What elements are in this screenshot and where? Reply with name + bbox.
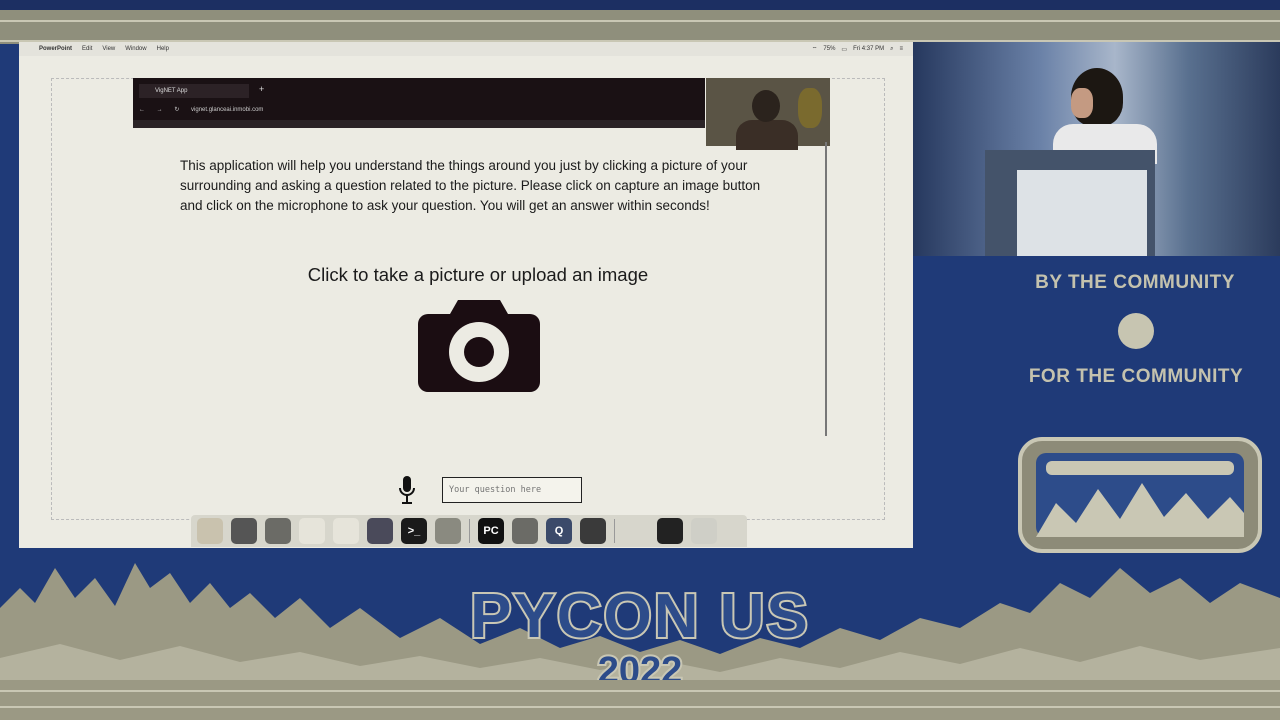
pycharm-icon[interactable]: PC — [478, 518, 504, 544]
presenter-body — [736, 120, 798, 150]
menubar-status: ⌔ 75% ▭ Fri 4:37 PM ⌕ ≡ — [812, 42, 903, 56]
microphone-icon[interactable] — [398, 476, 416, 506]
quicktime-icon[interactable]: Q — [546, 518, 572, 544]
safari-icon[interactable] — [231, 518, 257, 544]
notes-icon[interactable] — [299, 518, 325, 544]
screen-icon[interactable] — [657, 518, 683, 544]
search-icon[interactable]: ⌕ — [890, 46, 893, 53]
speaker-camera-feed — [913, 42, 1280, 256]
browser-tab-title: VigNET App — [155, 88, 188, 94]
chrome-icon[interactable] — [265, 518, 291, 544]
dock-separator — [469, 519, 470, 543]
battery-icon[interactable]: ▭ — [841, 46, 847, 53]
finder-icon[interactable] — [197, 518, 223, 544]
bottom-banner-line — [0, 706, 1280, 708]
menu-window[interactable]: Window — [125, 46, 146, 52]
menu-app-name[interactable]: PowerPoint — [39, 46, 72, 52]
podium-monitor — [1017, 170, 1147, 256]
speaker-face — [1071, 88, 1093, 118]
folder-icon[interactable] — [623, 518, 649, 544]
bottom-banner-line — [0, 690, 1280, 692]
address-bar[interactable]: ← → ↻ vignet.glanceai.inmobi.com — [139, 102, 699, 118]
page-header-strip — [133, 120, 705, 128]
dock-separator — [614, 519, 615, 543]
shared-screen: PowerPoint Edit View Window Help ⌔ 75% ▭… — [19, 42, 913, 548]
presenter-head — [752, 90, 780, 122]
tagline-for-community: FOR THE COMMUNITY — [1028, 366, 1244, 387]
event-title: PYCON US — [468, 582, 810, 651]
top-banner-line — [0, 20, 1280, 22]
browser-window-header: VigNET App + ← → ↻ vignet.glanceai.inmob… — [133, 78, 705, 128]
settings-icon[interactable] — [512, 518, 538, 544]
mac-dock: >_ PC Q — [191, 515, 747, 547]
camera-icon[interactable] — [418, 300, 540, 392]
divider-dot — [1118, 313, 1154, 349]
tagline-by-community: BY THE COMMUNITY — [1035, 272, 1235, 293]
pdf-icon[interactable] — [435, 518, 461, 544]
terminal-icon[interactable]: >_ — [401, 518, 427, 544]
presenter-webcam — [706, 78, 830, 150]
browser-tab[interactable]: VigNET App — [139, 84, 249, 98]
url-text: vignet.glanceai.inmobi.com — [191, 107, 264, 113]
menubar-clock[interactable]: Fri 4:37 PM — [853, 46, 884, 52]
logo-mountains-art — [1036, 461, 1244, 537]
back-icon[interactable]: ← — [139, 107, 145, 113]
trash-icon[interactable] — [691, 518, 717, 544]
menu-edit[interactable]: Edit — [82, 46, 92, 52]
wifi-icon[interactable]: ⌔ — [812, 45, 818, 53]
capture-prompt: Click to take a picture or upload an ima… — [307, 264, 649, 285]
reload-icon[interactable]: ↻ — [174, 107, 179, 113]
app-description: This application will help you understan… — [180, 158, 761, 213]
question-input[interactable] — [442, 477, 582, 503]
control-center-icon[interactable]: ≡ — [899, 46, 903, 52]
menu-view[interactable]: View — [102, 46, 115, 52]
forward-icon[interactable]: → — [157, 107, 163, 113]
pycon-sticker-logo — [1018, 437, 1262, 553]
battery-percent[interactable]: 75% — [823, 46, 835, 52]
menu-help[interactable]: Help — [157, 46, 169, 52]
mac-menubar: PowerPoint Edit View Window Help ⌔ 75% ▭… — [19, 42, 913, 56]
teams-icon[interactable] — [367, 518, 393, 544]
document-icon[interactable] — [333, 518, 359, 544]
top-banner-edge — [0, 0, 1280, 10]
new-tab-icon[interactable]: + — [259, 84, 264, 94]
bottom-banner-strip — [0, 680, 1280, 720]
preview-icon[interactable] — [580, 518, 606, 544]
scrollbar[interactable] — [825, 142, 827, 436]
plant-image — [798, 88, 822, 128]
